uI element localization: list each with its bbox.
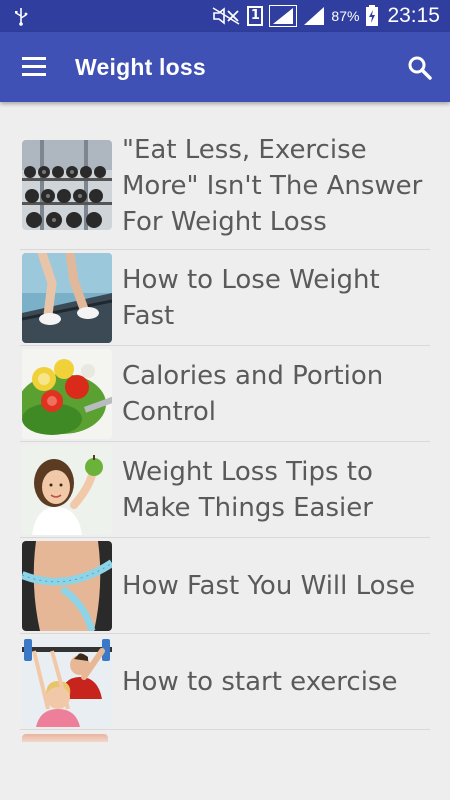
treadmill-runner-image (22, 253, 112, 343)
signal-icon (269, 5, 298, 27)
trainer-barbell-image (22, 637, 112, 727)
article-list: "Eat Less, Exercise More" Isn't The Answ… (20, 122, 430, 730)
list-item[interactable]: "Eat Less, Exercise More" Isn't The Answ… (20, 122, 430, 250)
article-title: How to start exercise (122, 666, 398, 697)
page-title: Weight loss (75, 54, 206, 80)
battery-charging-icon (366, 5, 379, 26)
vegetable-salad-image (22, 349, 112, 439)
list-item[interactable]: How to start exercise (20, 634, 430, 730)
mute-icon (213, 7, 240, 25)
article-title: How Fast You Will Lose (122, 570, 416, 601)
list-item[interactable]: Weight Loss Tips to Make Things Easier (20, 442, 430, 538)
woman-with-apple-image (22, 445, 112, 535)
article-title: Weight Loss Tips to Make Things Easier (122, 456, 373, 523)
battery-percent: 87% (331, 8, 360, 24)
signal-2-icon (304, 7, 325, 25)
usb-icon (15, 8, 28, 26)
waist-measuring-tape-image (22, 541, 112, 631)
search-icon (408, 56, 432, 80)
sim-slot-badge: 1 (247, 6, 264, 26)
clock: 23:15 (387, 4, 440, 27)
app-bar: Weight loss (0, 32, 450, 102)
list-item[interactable]: How Fast You Will Lose (20, 538, 430, 634)
article-title: "Eat Less, Exercise More" Isn't The Answ… (122, 134, 423, 237)
status-bar: 1 87% 23:15 (0, 0, 450, 32)
list-item[interactable]: Calories and Portion Control (20, 346, 430, 442)
article-title: How to Lose Weight Fast (122, 264, 380, 331)
article-title: Calories and Portion Control (122, 360, 384, 427)
hamburger-menu-icon (22, 57, 46, 76)
next-item-thumbnail-partial (22, 734, 108, 742)
dumbbell-rack-image (22, 140, 112, 230)
menu-button[interactable] (16, 50, 52, 84)
search-button[interactable] (402, 50, 438, 86)
list-item[interactable]: How to Lose Weight Fast (20, 250, 430, 346)
